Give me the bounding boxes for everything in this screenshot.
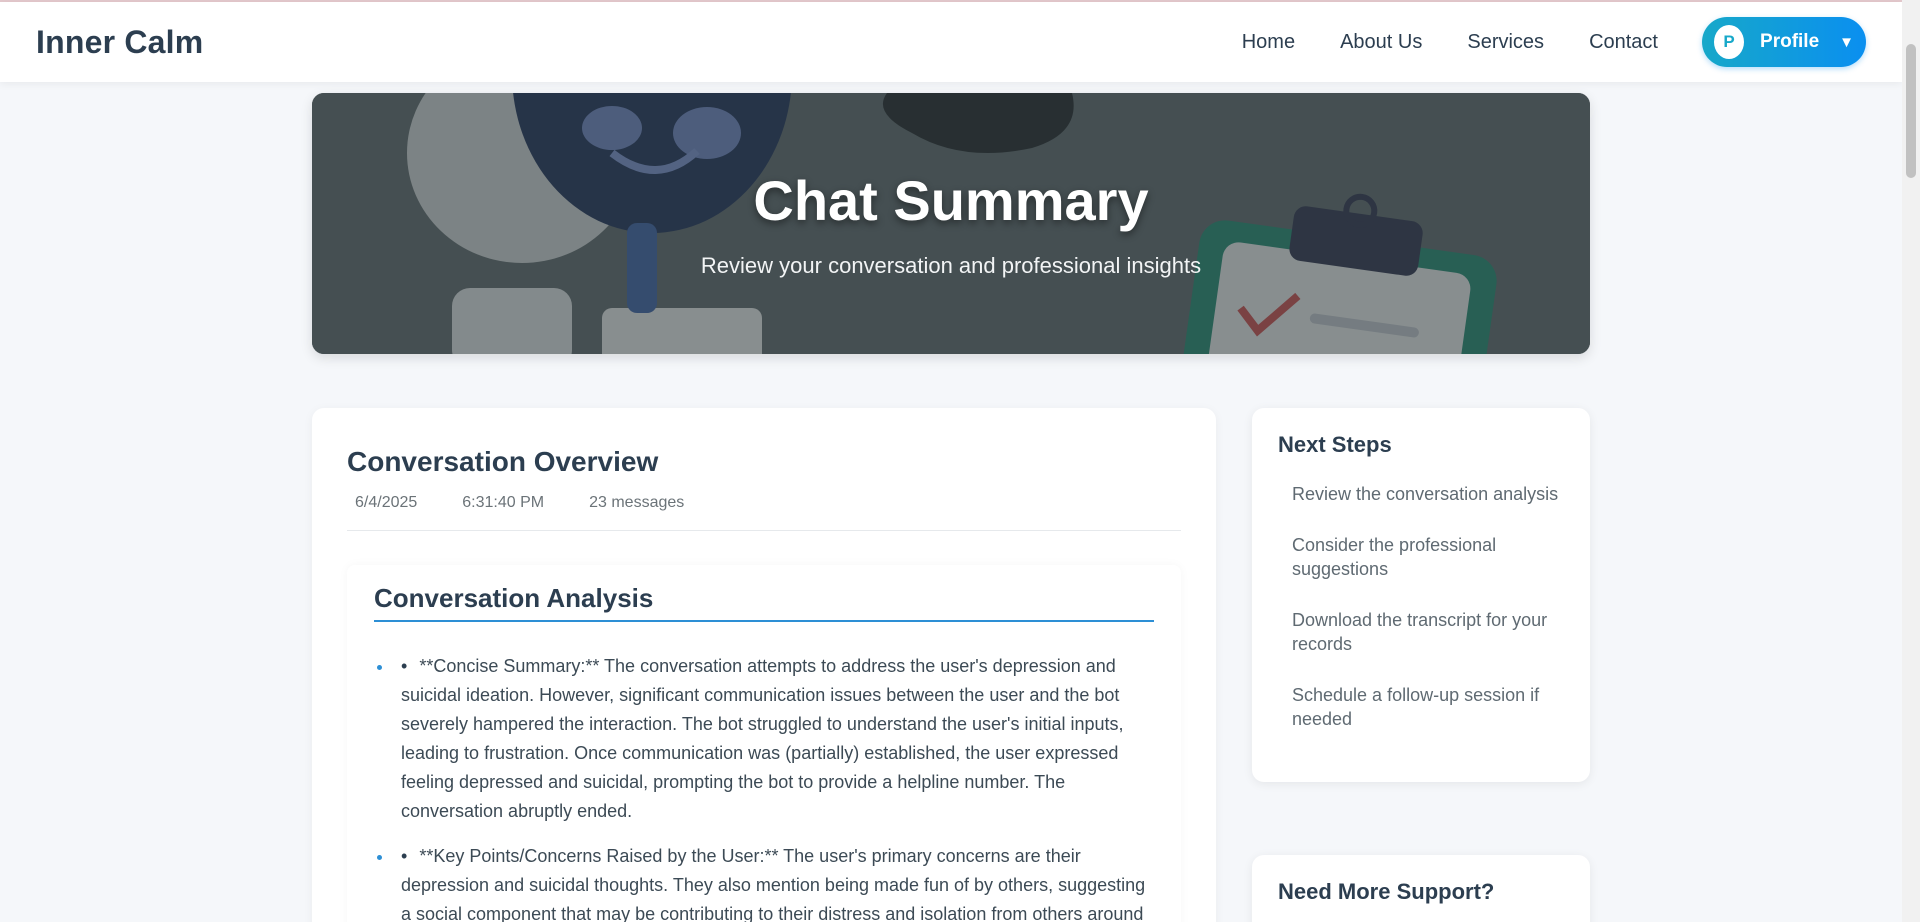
caret-down-icon: ▼ — [1839, 33, 1854, 51]
analysis-text: **Concise Summary:** The conversation at… — [401, 656, 1124, 821]
next-step-item: Consider the professional suggestions — [1292, 535, 1497, 579]
overview-meta: 6/4/2025 6:31:40 PM 23 messages — [347, 494, 1181, 531]
list-item: • **Key Points/Concerns Raised by the Use… — [374, 842, 1154, 922]
next-step-item: Download the transcript for your records — [1292, 610, 1548, 654]
bullet-glyph: • — [401, 846, 408, 866]
next-steps-card: Next Steps Review the conversation analy… — [1252, 408, 1590, 782]
brand-logo[interactable]: Inner Calm — [36, 24, 203, 61]
nav-link-services[interactable]: Services — [1467, 31, 1544, 54]
list-item: • **Concise Summary:** The conversation a… — [374, 652, 1154, 826]
conversation-analysis: Conversation Analysis • **Concise Summary… — [347, 565, 1181, 922]
conversation-date: 6/4/2025 — [355, 494, 418, 511]
conversation-overview-card: Conversation Overview 6/4/2025 6:31:40 P… — [312, 408, 1216, 922]
analysis-title: Conversation Analysis — [374, 583, 1154, 622]
bullet-glyph: • — [401, 656, 408, 676]
profile-button[interactable]: P Profile ▼ — [1702, 17, 1866, 67]
nav-links: Home About Us Services Contact P Profile… — [1197, 17, 1866, 67]
avatar: P — [1714, 25, 1745, 59]
next-step-item: Review the conversation analysis — [1292, 484, 1559, 504]
next-step-item: Schedule a follow-up session if needed — [1292, 685, 1540, 729]
next-steps-title: Next Steps — [1278, 432, 1392, 457]
nav-link-about-us[interactable]: About Us — [1340, 31, 1422, 54]
overview-title: Conversation Overview — [347, 446, 659, 477]
navbar: Inner Calm Home About Us Services Contac… — [0, 2, 1902, 82]
page-title: Chat Summary — [753, 169, 1149, 232]
nav-link-home[interactable]: Home — [1242, 31, 1295, 54]
next-steps-list: Review the conversation analysis Conside… — [1278, 482, 1564, 731]
analysis-text: **Key Points/Concerns Raised by the User… — [401, 846, 1146, 922]
hero-banner: Chat Summary Review your conversation an… — [312, 93, 1590, 354]
scrollbar-thumb[interactable] — [1906, 44, 1916, 178]
profile-label: Profile — [1760, 31, 1820, 52]
conversation-time: 6:31:40 PM — [462, 494, 545, 511]
message-count: 23 messages — [589, 494, 685, 511]
support-card: Need More Support? — [1252, 855, 1590, 922]
support-title: Need More Support? — [1278, 879, 1495, 904]
scrollbar[interactable] — [1902, 0, 1920, 922]
analysis-list: • **Concise Summary:** The conversation a… — [374, 652, 1154, 922]
page-subtitle: Review your conversation and professiona… — [700, 253, 1202, 278]
nav-link-contact[interactable]: Contact — [1589, 31, 1658, 54]
